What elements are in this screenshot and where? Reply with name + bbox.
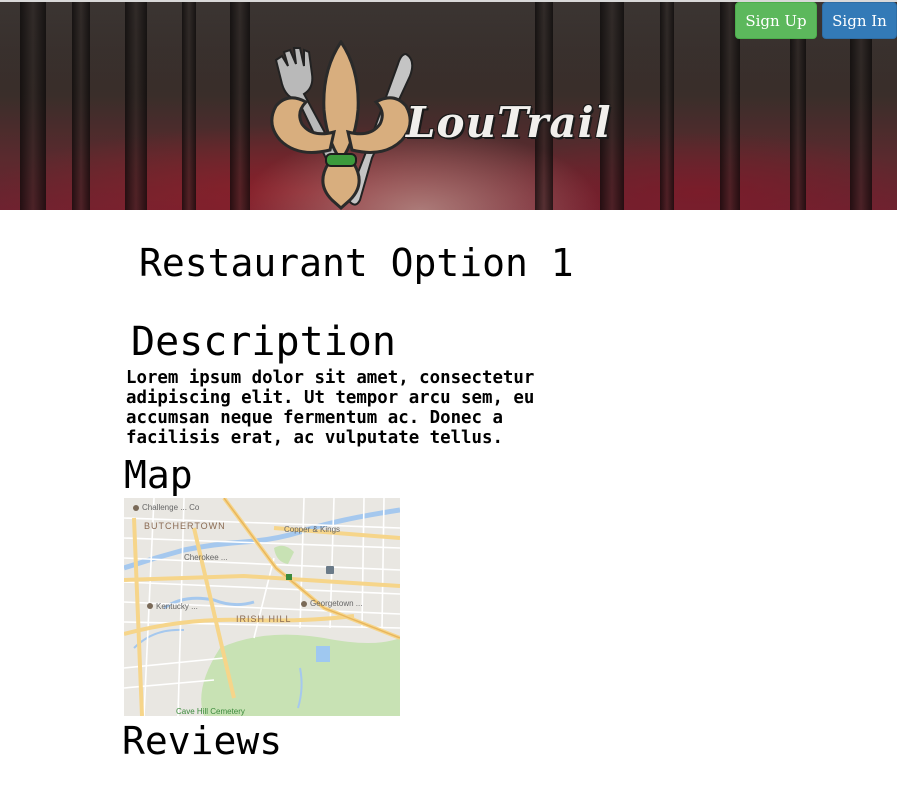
map-label: Georgetown ... xyxy=(310,599,362,608)
tree-trunk xyxy=(230,2,250,210)
map-heading: Map xyxy=(124,453,193,497)
poi-marker xyxy=(301,601,307,607)
poi-marker xyxy=(147,603,153,609)
transit-icon xyxy=(326,566,334,574)
tree-trunk xyxy=(125,2,147,210)
sign-in-button[interactable]: Sign In xyxy=(822,2,897,39)
page-title: Restaurant Option 1 xyxy=(139,241,574,285)
map-canvas: Challenge ... Co BUTCHERTOWN IRISH HILL … xyxy=(124,498,400,716)
map-label: Cave Hill Cemetery xyxy=(176,707,245,716)
map-label: IRISH HILL xyxy=(236,614,292,624)
reviews-heading: Reviews xyxy=(122,719,283,763)
map-label: Cherokee ... xyxy=(184,553,228,562)
green-band xyxy=(325,153,357,167)
description-text: Lorem ipsum dolor sit amet, consectetur … xyxy=(126,368,535,448)
map-view[interactable]: Challenge ... Co BUTCHERTOWN IRISH HILL … xyxy=(124,498,400,716)
map-label: Kentucky ... xyxy=(156,602,198,611)
tree-trunk xyxy=(72,2,90,210)
tree-trunk xyxy=(660,2,674,210)
map-label: Copper & Kings xyxy=(284,525,340,534)
map-label: Challenge ... Co xyxy=(142,503,200,512)
description-heading: Description xyxy=(131,319,396,365)
map-label: BUTCHERTOWN xyxy=(144,521,226,531)
loutrail-logo[interactable]: LouTrail xyxy=(268,40,638,210)
tree-trunk xyxy=(20,2,46,210)
brand-wordmark: LouTrail xyxy=(406,98,612,147)
route-shield-icon xyxy=(286,574,292,580)
tree-trunk xyxy=(182,2,196,210)
poi-marker xyxy=(133,505,139,511)
water-area xyxy=(316,646,330,662)
sign-up-button[interactable]: Sign Up xyxy=(735,2,817,39)
